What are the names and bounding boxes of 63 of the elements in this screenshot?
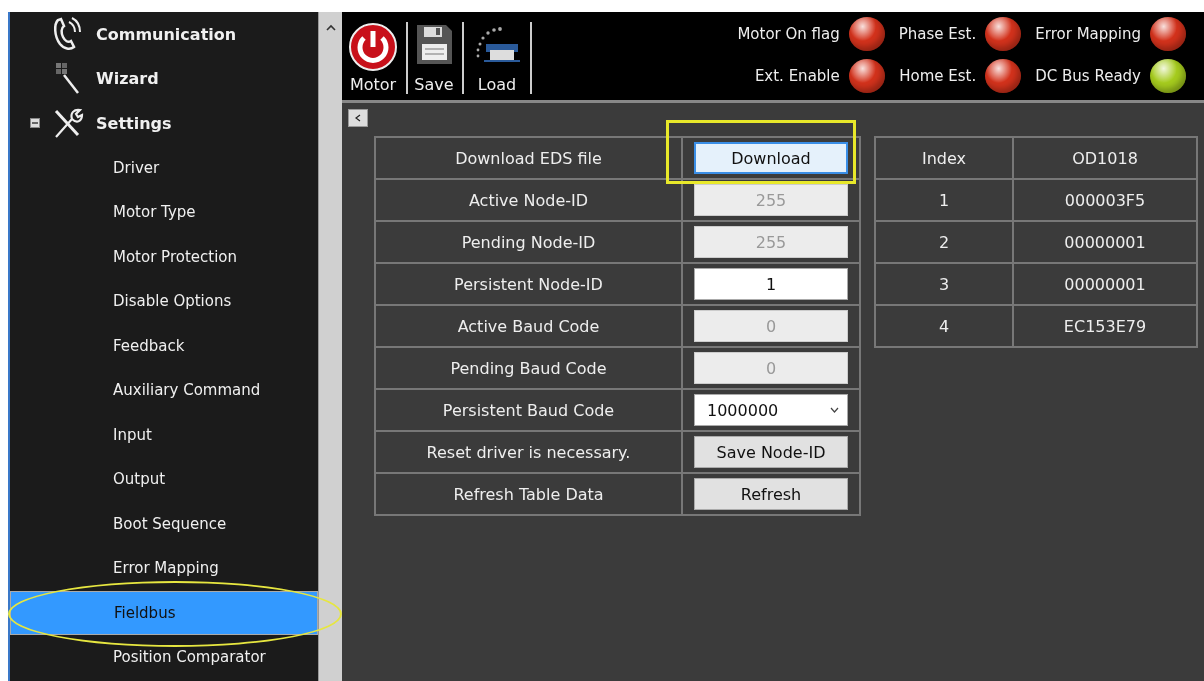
setting-label: Active Baud Code	[375, 305, 682, 347]
setting-label: Persistent Node-ID	[375, 263, 682, 305]
table-cell: EC153E79	[1013, 305, 1197, 347]
table-cell: 1	[875, 179, 1013, 221]
sidebar-item[interactable]: Communication	[10, 12, 318, 57]
sidebar-item[interactable]: Position Comparator	[10, 635, 318, 680]
phone-icon	[52, 16, 84, 53]
indicator-label: Phase Est.	[898, 25, 977, 43]
readonly-field: 255	[694, 184, 848, 216]
chevron-left-icon	[355, 114, 361, 122]
toolbar-button[interactable]: Load	[464, 22, 532, 94]
sidebar-item[interactable]: Auxiliary Command	[10, 368, 318, 413]
dropdown[interactable]: 1000000	[694, 394, 848, 426]
sidebar-item[interactable]: Motor Protection	[10, 234, 318, 279]
scrollbar[interactable]	[318, 12, 342, 681]
sidebar-item[interactable]: Output	[10, 457, 318, 502]
sidebar-item[interactable]: Feedback	[10, 323, 318, 368]
sidebar-item[interactable]: Boot Sequence	[10, 501, 318, 546]
table-cell: 3	[875, 263, 1013, 305]
readonly-field: 255	[694, 226, 848, 258]
readonly-field: 0	[694, 310, 848, 342]
indicator-label: Ext. Enable	[754, 67, 840, 85]
table-cell: 4	[875, 305, 1013, 347]
table-button[interactable]: Refresh	[694, 478, 848, 510]
sidebar-item-label: Settings	[96, 113, 172, 133]
chevron-down-icon	[830, 407, 839, 413]
sidebar-item[interactable]: Motor Type	[10, 190, 318, 235]
table-cell: 00000001	[1013, 221, 1197, 263]
setting-label: Active Node-ID	[375, 179, 682, 221]
sidebar-item[interactable]: Wizard	[10, 56, 318, 101]
table-cell: 000003F5	[1013, 179, 1197, 221]
indicator-label: DC Bus Ready	[1035, 67, 1141, 85]
setting-label: Pending Node-ID	[375, 221, 682, 263]
input-field[interactable]: 1	[694, 268, 848, 300]
column-header: OD1018	[1013, 137, 1197, 179]
collapse-button[interactable]	[348, 109, 368, 127]
setting-label: Persistent Baud Code	[375, 389, 682, 431]
setting-label: Pending Baud Code	[375, 347, 682, 389]
sidebar-item[interactable]: Input	[10, 412, 318, 457]
table-cell: 00000001	[1013, 263, 1197, 305]
sidebar-item[interactable]: Settings	[10, 101, 318, 146]
setting-label: Download EDS file	[375, 137, 682, 179]
setting-label: Reset driver is necessary.	[375, 431, 682, 473]
sidebar-item[interactable]: Disable Options	[10, 279, 318, 324]
readonly-field: 0	[694, 352, 848, 384]
setting-label: Refresh Table Data	[375, 473, 682, 515]
table-cell: 2	[875, 221, 1013, 263]
indicator-label: Error Mapping	[1035, 25, 1141, 43]
toolbar-button[interactable]: Save	[408, 22, 464, 94]
sidebar-item[interactable]: Driver	[10, 145, 318, 190]
toolbar-button[interactable]: Motor	[342, 22, 408, 94]
collapse-icon[interactable]	[30, 118, 40, 129]
sidebar-item-label: Wizard	[96, 69, 159, 89]
scroll-up-icon[interactable]	[325, 24, 336, 31]
table-button[interactable]: Save Node-ID	[694, 436, 848, 468]
sidebar-item[interactable]: Error Mapping	[10, 546, 318, 591]
indicator-label: Motor On flag	[737, 25, 840, 43]
power-icon	[348, 22, 398, 72]
sidebar-item-label: Communication	[96, 24, 237, 44]
column-header: Index	[875, 137, 1013, 179]
sidebar-item[interactable]: Fieldbus	[10, 590, 318, 635]
indicator-label: Home Est.	[899, 67, 977, 85]
table-button[interactable]: Download	[694, 142, 848, 174]
